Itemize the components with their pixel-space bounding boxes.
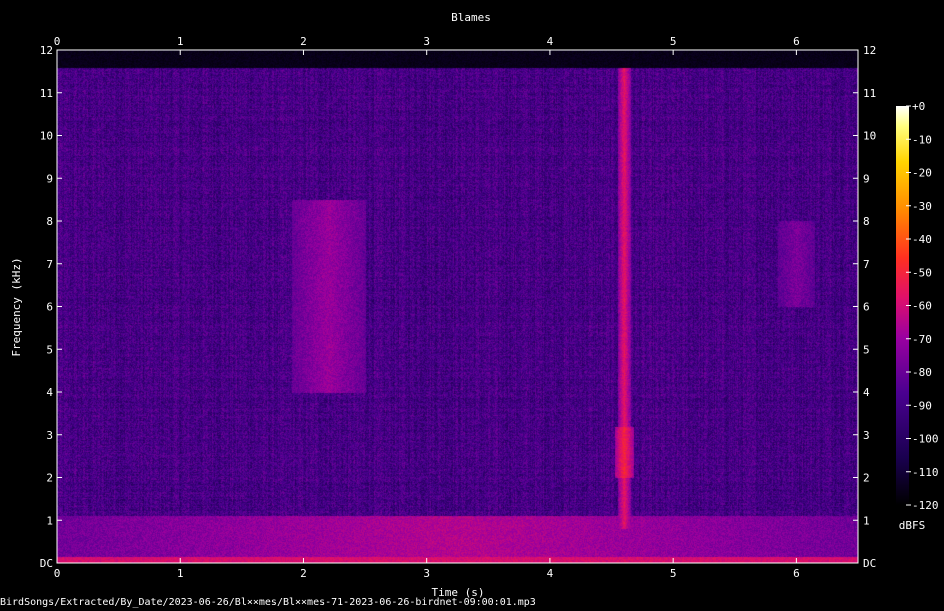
x-tick-label-bottom: 6 [793, 567, 800, 580]
y-tick-label-left: 11 [40, 87, 53, 100]
colorbar-tick-label: -20 [912, 167, 932, 180]
y-tick-label-left: 6 [46, 301, 53, 314]
y-tick-label-right: 10 [863, 130, 876, 143]
colorbar-tick-label: -40 [912, 233, 932, 246]
colorbar-tick-label: -50 [912, 266, 932, 279]
x-tick-label-bottom: 1 [177, 567, 184, 580]
x-tick-label-bottom: 2 [300, 567, 307, 580]
y-tick-label-right: 2 [863, 472, 870, 485]
spectrogram-image [57, 50, 858, 563]
y-tick-label-right: 5 [863, 343, 870, 356]
colorbar-tick-label: -30 [912, 200, 932, 213]
colorbar-tick-label: -90 [912, 399, 932, 412]
file-path-footer: BirdSongs/Extracted/By_Date/2023-06-26/B… [0, 597, 536, 608]
x-tick-label-top: 2 [300, 35, 307, 48]
y-tick-label-right: 12 [863, 44, 876, 57]
y-tick-label-right: 11 [863, 87, 876, 100]
spectrogram-plot-area [57, 50, 858, 563]
x-tick-label-bottom: 3 [423, 567, 430, 580]
y-tick-label-left: 5 [46, 343, 53, 356]
colorbar-tick-label: -70 [912, 333, 932, 346]
x-tick-label-top: 6 [793, 35, 800, 48]
y-axis-label: Frequency (kHz) [10, 257, 23, 356]
colorbar-label: dBFS [899, 519, 926, 532]
colorbar: +0 -10 -20 -30 -40 -50 -60 -70 -80 -90 -100 -110 -12… [896, 100, 939, 512]
colorbar-tick-label: -120 [912, 499, 939, 512]
y-tick-label-right: 6 [863, 301, 870, 314]
y-tick-label-left: 2 [46, 472, 53, 485]
spectrogram-chart: Blames 00112233445566DC DC1 12 23 34 45 56 67 78… [10, 11, 939, 599]
colorbar-tick-label: -10 [912, 133, 932, 146]
x-tick-label-top: 4 [547, 35, 554, 48]
x-tick-label-bottom: 0 [54, 567, 61, 580]
x-tick-label-top: 1 [177, 35, 184, 48]
y-tick-label-right: 8 [863, 215, 870, 228]
y-tick-label-right: DC [863, 557, 876, 570]
colorbar-tick-label: -80 [912, 366, 932, 379]
colorbar-tick-label: -100 [912, 433, 939, 446]
colorbar-tick-label: +0 [912, 100, 925, 113]
y-tick-label-right: 4 [863, 386, 870, 399]
x-tick-label-bottom: 4 [547, 567, 554, 580]
y-tick-label-left: 9 [46, 172, 53, 185]
y-tick-label-left: 3 [46, 429, 53, 442]
y-tick-label-left: DC [40, 557, 53, 570]
y-tick-label-left: 7 [46, 258, 53, 271]
x-tick-label-top: 5 [670, 35, 677, 48]
y-tick-label-left: 10 [40, 130, 53, 143]
y-tick-label-right: 7 [863, 258, 870, 271]
y-tick-label-left: 12 [40, 44, 53, 57]
y-tick-label-right: 1 [863, 514, 870, 527]
y-tick-label-right: 3 [863, 429, 870, 442]
y-tick-label-right: 9 [863, 172, 870, 185]
y-tick-label-left: 1 [46, 514, 53, 527]
x-tick-label-top: 0 [54, 35, 61, 48]
x-tick-label-bottom: 5 [670, 567, 677, 580]
x-tick-label-top: 3 [423, 35, 430, 48]
colorbar-tick-label: -60 [912, 300, 932, 313]
y-tick-label-left: 4 [46, 386, 53, 399]
chart-title: Blames [451, 11, 491, 24]
colorbar-tick-label: -110 [912, 466, 939, 479]
y-tick-label-left: 8 [46, 215, 53, 228]
